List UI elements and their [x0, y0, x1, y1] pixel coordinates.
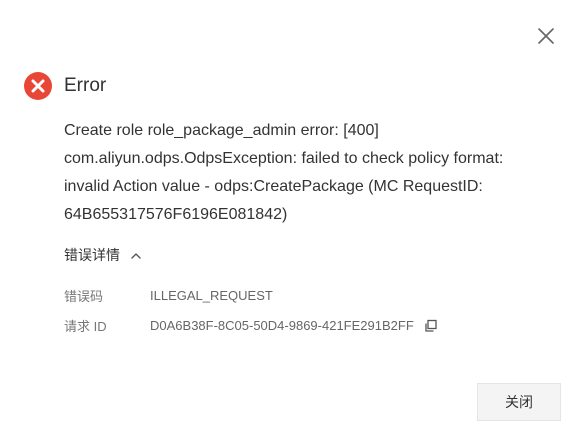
close-icon[interactable] [536, 26, 556, 46]
error-code-label: 错误码 [64, 289, 104, 304]
error-icon [24, 72, 52, 100]
request-id-row: 请求 ID D0A6B38F-8C05-50D4-9869-421FE291B2… [64, 316, 438, 335]
close-button[interactable]: 关闭 [477, 383, 561, 421]
chevron-up-icon [130, 249, 142, 261]
error-message-line: invalid Action value - odps:CreatePackag… [64, 178, 483, 195]
error-details-toggle[interactable]: 错误详情 [64, 245, 142, 265]
error-message-line: Create role role_package_admin error: [4… [64, 122, 379, 139]
dialog-header: Error [24, 72, 106, 100]
error-code-value: ILLEGAL_REQUEST [150, 288, 273, 303]
dialog-title: Error [64, 75, 107, 96]
error-message: Create role role_package_admin error: [4… [64, 117, 564, 229]
error-dialog: Error Create role role_package_admin err… [0, 0, 584, 434]
error-message-line: 64B655317576F6196E081842) [64, 206, 288, 223]
copy-icon[interactable] [424, 319, 438, 333]
error-details-label: 错误详情 [64, 247, 120, 263]
error-code-row: 错误码 ILLEGAL_REQUEST [64, 286, 273, 305]
request-id-label: 请求 ID [64, 319, 107, 334]
error-message-line: com.aliyun.odps.OdpsException: failed to… [64, 150, 504, 167]
request-id-value: D0A6B38F-8C05-50D4-9869-421FE291B2FF [150, 318, 414, 333]
